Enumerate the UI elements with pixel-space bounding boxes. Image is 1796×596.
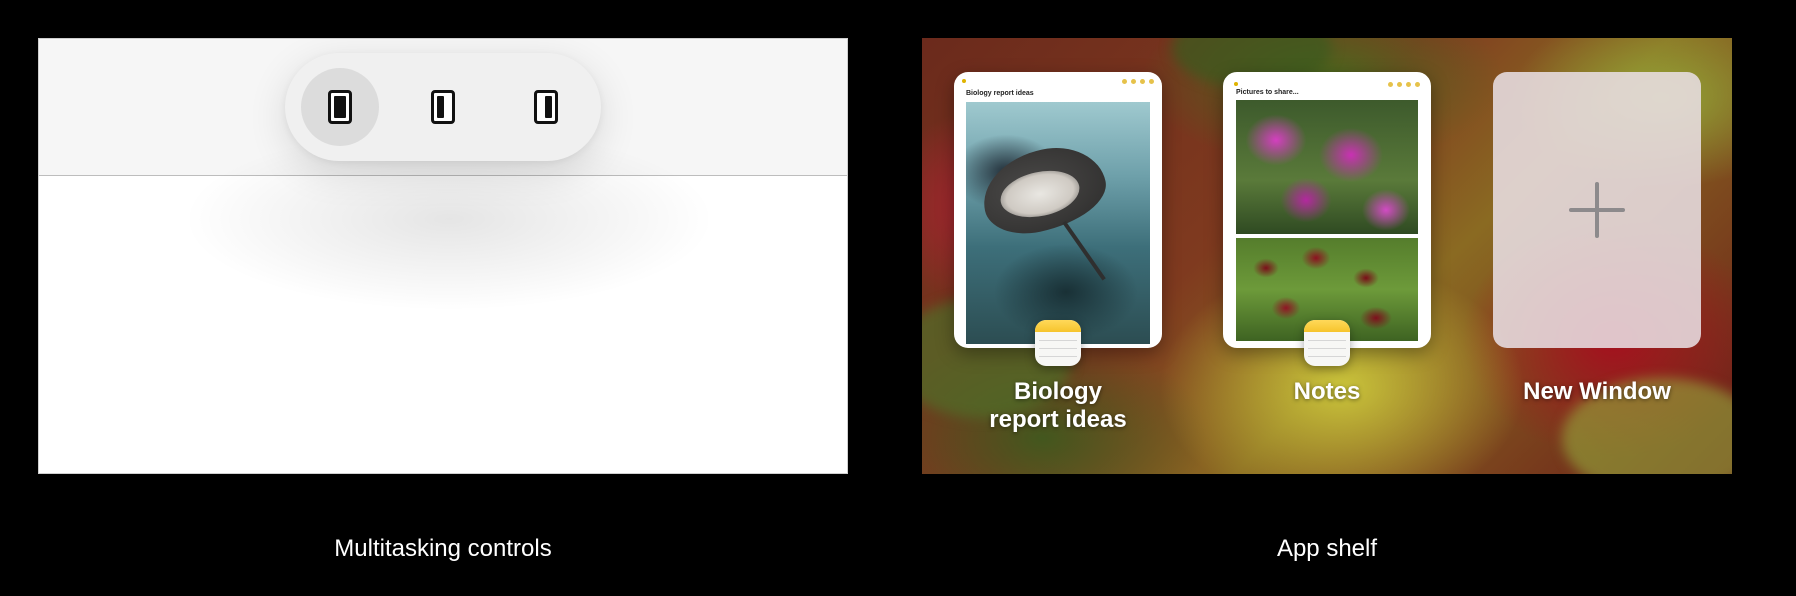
note-toolbar xyxy=(962,78,1154,84)
notes-app-icon xyxy=(1035,320,1081,366)
back-icon xyxy=(1234,82,1238,86)
app-shelf-screen: Biology report ideas Pictures to share..… xyxy=(922,38,1732,474)
new-window-label: New Window xyxy=(1523,378,1671,405)
stingray-photo xyxy=(966,102,1150,344)
full-screen-icon xyxy=(328,90,352,124)
split-view-button[interactable] xyxy=(404,68,482,146)
caption-app-shelf: App shelf xyxy=(1276,535,1378,562)
window-thumbnail-notes[interactable]: Pictures to share... xyxy=(1223,72,1431,348)
multitasking-screen xyxy=(38,38,848,474)
window-thumbnail-biology[interactable]: Biology report ideas xyxy=(954,72,1162,348)
note-title: Biology report ideas xyxy=(966,90,1034,97)
back-icon xyxy=(962,79,966,83)
notes-app-icon xyxy=(1304,320,1350,366)
slide-over-icon xyxy=(534,90,558,124)
full-screen-button[interactable] xyxy=(301,68,379,146)
multitasking-menu xyxy=(285,53,601,161)
split-view-icon xyxy=(431,90,455,124)
caption-multitasking-controls: Multitasking controls xyxy=(334,535,552,562)
note-title: Pictures to share... xyxy=(1236,89,1299,96)
figure: Biology report ideas Pictures to share..… xyxy=(0,0,1796,596)
slide-over-button[interactable] xyxy=(507,68,585,146)
orchid-photo xyxy=(1236,100,1418,234)
new-window-button[interactable] xyxy=(1493,72,1701,348)
plus-icon xyxy=(1569,182,1625,238)
note-toolbar xyxy=(1234,81,1420,87)
window-label-biology: Biology report ideas xyxy=(989,378,1127,433)
window-label-notes: Notes xyxy=(1293,378,1361,405)
